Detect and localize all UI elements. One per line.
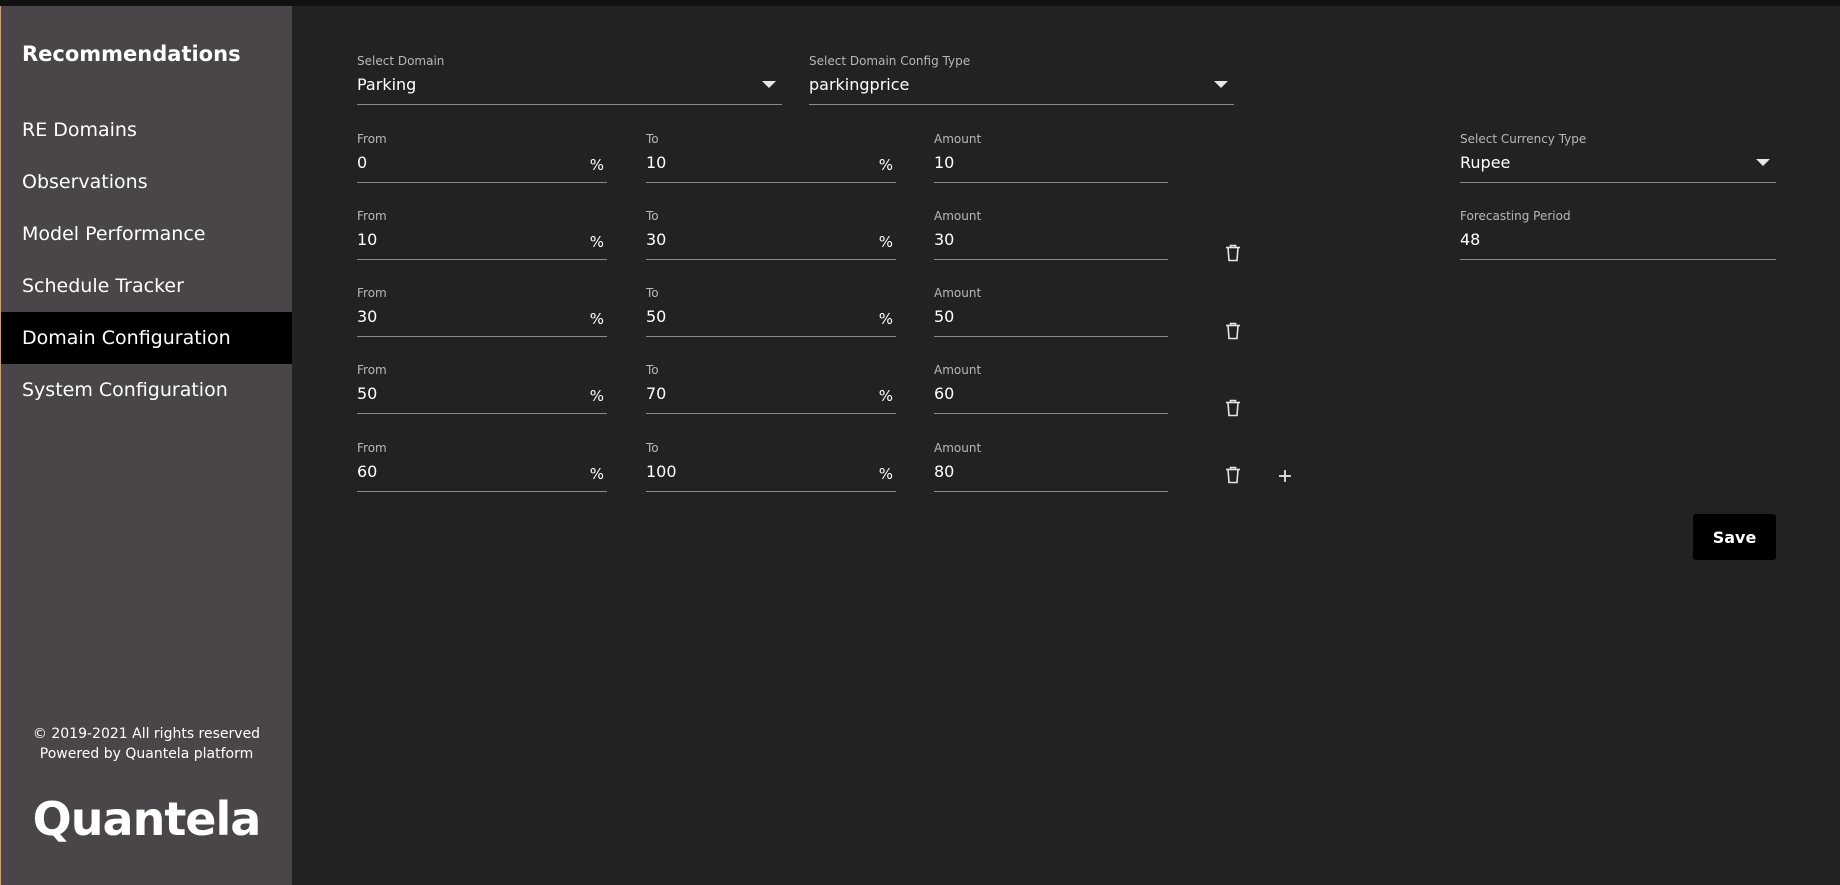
amount-label: Amount: [934, 209, 982, 223]
from-field[interactable]: From 0 %: [357, 132, 607, 183]
percent-suffix: %: [878, 387, 893, 405]
amount-label: Amount: [934, 132, 982, 146]
select-domain-label: Select Domain: [357, 54, 445, 68]
to-field[interactable]: To 70 %: [646, 363, 896, 414]
from-value: 0: [357, 153, 368, 172]
percent-suffix: %: [878, 233, 893, 251]
to-value: 30: [646, 230, 667, 249]
amount-label: Amount: [934, 441, 982, 455]
select-currency-value: Rupee: [1460, 153, 1511, 172]
quantela-logo: Quantela: [32, 792, 262, 846]
chevron-down-icon: [1756, 159, 1770, 166]
amount-field[interactable]: Amount 80: [934, 441, 1168, 492]
percent-suffix: %: [878, 156, 893, 174]
save-button[interactable]: Save: [1693, 514, 1776, 560]
from-value: 60: [357, 462, 378, 481]
select-currency-label: Select Currency Type: [1460, 132, 1587, 146]
percent-suffix: %: [589, 233, 604, 251]
to-label: To: [646, 363, 659, 377]
trash-icon[interactable]: [1221, 241, 1245, 265]
to-value: 70: [646, 384, 667, 403]
from-field[interactable]: From 10 %: [357, 209, 607, 260]
percent-suffix: %: [589, 156, 604, 174]
amount-field[interactable]: Amount 60: [934, 363, 1168, 414]
to-value: 50: [646, 307, 667, 326]
powered-by-text: Powered by Quantela platform: [39, 746, 254, 762]
amount-value: 60: [934, 384, 955, 403]
amount-value: 50: [934, 307, 955, 326]
forecasting-period-input[interactable]: Forecasting Period 48: [1460, 209, 1776, 260]
to-field[interactable]: To 30 %: [646, 209, 896, 260]
from-field[interactable]: From 60 %: [357, 441, 607, 492]
to-value: 10: [646, 153, 667, 172]
from-field[interactable]: From 30 %: [357, 286, 607, 337]
percent-suffix: %: [878, 465, 893, 483]
select-config-type-dropdown[interactable]: Select Domain Config Type parkingprice: [809, 54, 1234, 105]
amount-value: 80: [934, 462, 955, 481]
sidebar-item-observations[interactable]: Observations: [1, 156, 292, 208]
chevron-down-icon: [762, 81, 776, 88]
percent-suffix: %: [878, 310, 893, 328]
trash-icon[interactable]: [1221, 319, 1245, 343]
from-label: From: [357, 441, 387, 455]
from-label: From: [357, 132, 387, 146]
to-label: To: [646, 286, 659, 300]
to-field[interactable]: To 100 %: [646, 441, 896, 492]
from-value: 50: [357, 384, 378, 403]
to-value: 100: [646, 462, 677, 481]
amount-value: 30: [934, 230, 955, 249]
from-value: 30: [357, 307, 378, 326]
sidebar-nav: RE Domains Observations Model Performanc…: [1, 104, 292, 416]
sidebar: Recommendations RE Domains Observations …: [1, 6, 292, 885]
to-label: To: [646, 441, 659, 455]
to-field[interactable]: To 50 %: [646, 286, 896, 337]
select-config-type-value: parkingprice: [809, 75, 910, 94]
percent-suffix: %: [589, 310, 604, 328]
from-field[interactable]: From 50 %: [357, 363, 607, 414]
select-config-type-label: Select Domain Config Type: [809, 54, 971, 68]
select-domain-value: Parking: [357, 75, 417, 94]
from-value: 10: [357, 230, 378, 249]
amount-field[interactable]: Amount 50: [934, 286, 1168, 337]
amount-label: Amount: [934, 286, 982, 300]
sidebar-item-system-configuration[interactable]: System Configuration: [1, 364, 292, 416]
amount-field[interactable]: Amount 10: [934, 132, 1168, 183]
from-label: From: [357, 286, 387, 300]
percent-suffix: %: [589, 465, 604, 483]
sidebar-item-schedule-tracker[interactable]: Schedule Tracker: [1, 260, 292, 312]
amount-label: Amount: [934, 363, 982, 377]
sidebar-item-model-performance[interactable]: Model Performance: [1, 208, 292, 260]
percent-suffix: %: [589, 387, 604, 405]
to-field[interactable]: To 10 %: [646, 132, 896, 183]
trash-icon[interactable]: [1221, 463, 1245, 487]
sidebar-item-domain-configuration[interactable]: Domain Configuration: [1, 312, 292, 364]
to-label: To: [646, 209, 659, 223]
from-label: From: [357, 363, 387, 377]
to-label: To: [646, 132, 659, 146]
amount-field[interactable]: Amount 30: [934, 209, 1168, 260]
select-domain-dropdown[interactable]: Select Domain Parking: [357, 54, 782, 105]
from-label: From: [357, 209, 387, 223]
sidebar-item-re-domains[interactable]: RE Domains: [1, 104, 292, 156]
plus-icon[interactable]: [1273, 464, 1297, 488]
copyright-text: © 2019-2021 All rights reserved: [32, 726, 261, 742]
trash-icon[interactable]: [1221, 396, 1245, 420]
forecasting-period-value: 48: [1460, 230, 1481, 249]
chevron-down-icon: [1214, 81, 1228, 88]
forecasting-period-label: Forecasting Period: [1460, 209, 1571, 223]
amount-value: 10: [934, 153, 955, 172]
select-currency-dropdown[interactable]: Select Currency Type Rupee: [1460, 132, 1776, 183]
app-title: Recommendations: [22, 42, 241, 66]
